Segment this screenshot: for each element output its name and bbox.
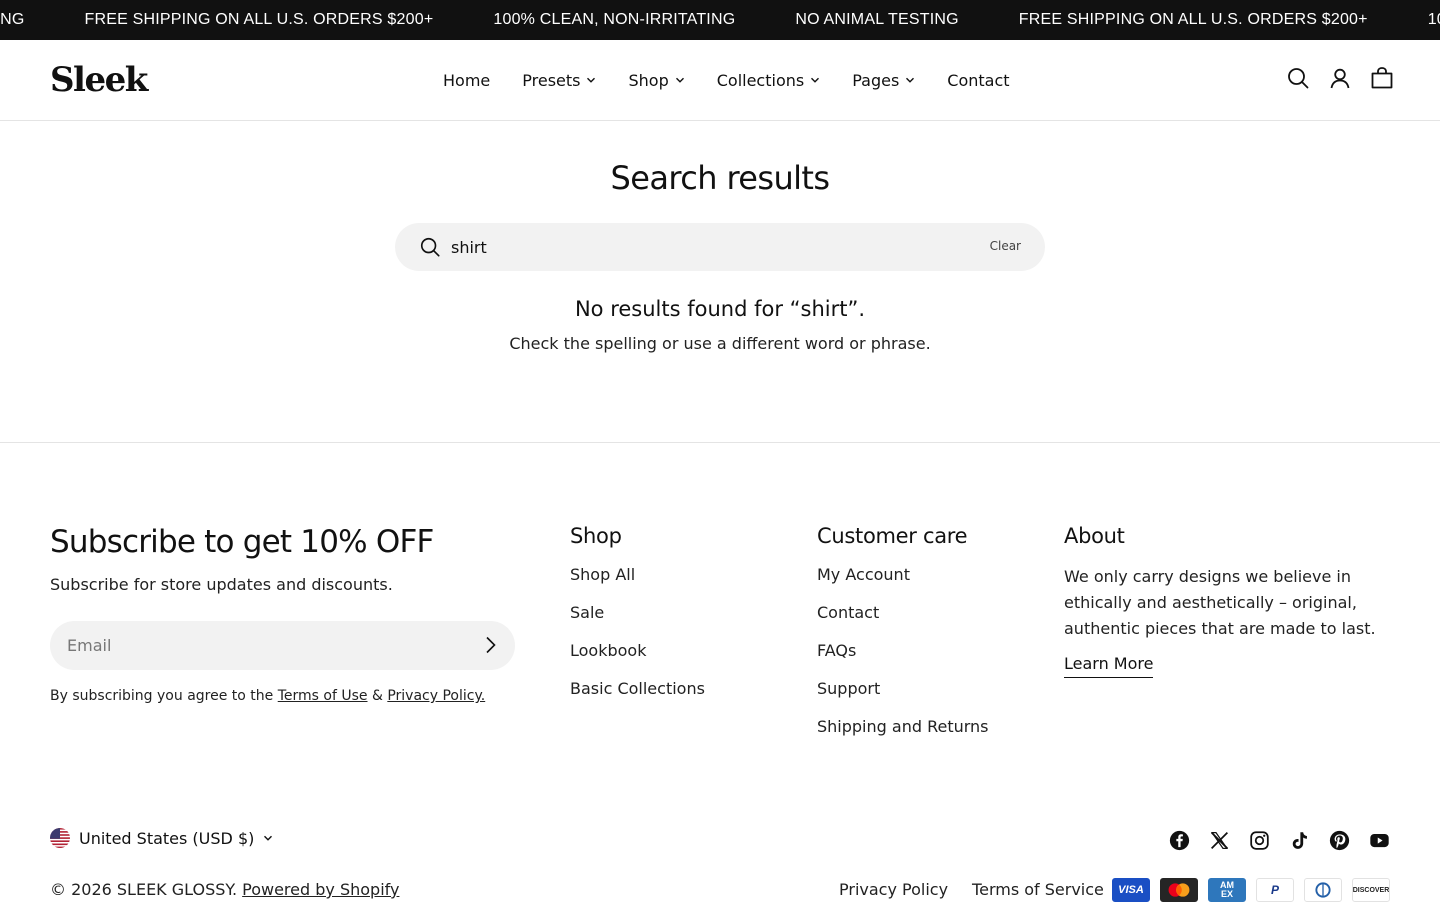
announcement-message: AL TESTING — [0, 11, 25, 28]
amex-icon: AM EX — [1208, 878, 1246, 902]
footer-link-basic-collections[interactable]: Basic Collections — [570, 679, 705, 698]
x-icon[interactable] — [1209, 830, 1230, 851]
main-nav: Home Presets Shop Collections Pages Cont… — [443, 40, 1010, 120]
mastercard-icon — [1160, 878, 1198, 902]
nav-item-presets[interactable]: Presets — [522, 71, 596, 90]
chevron-down-icon — [675, 77, 684, 83]
chevron-down-icon — [264, 835, 273, 841]
footer-link-contact[interactable]: Contact — [817, 603, 879, 622]
search-icon[interactable] — [1286, 66, 1310, 90]
nav-label: Collections — [716, 70, 805, 90]
footer-care-title: Customer care — [817, 524, 968, 548]
visa-label: VISA — [1118, 884, 1144, 896]
chevron-down-icon — [587, 77, 596, 83]
chevron-right-icon[interactable] — [479, 634, 501, 656]
footer-about-title: About — [1064, 524, 1125, 548]
subscribe-text: Subscribe for store updates and discount… — [50, 575, 393, 594]
search-bar: Clear — [395, 223, 1045, 271]
site-footer: Subscribe to get 10% OFF Subscribe for s… — [0, 444, 1440, 902]
terms-of-use-link[interactable]: Terms of Use — [278, 688, 368, 704]
paypal-icon: P — [1256, 878, 1294, 902]
youtube-icon[interactable] — [1369, 830, 1390, 851]
announcement-message: FREE SHIPPING ON ALL U.S. ORDERS $200+ — [84, 11, 434, 28]
subscribe-title: Subscribe to get 10% OFF — [50, 524, 434, 560]
discover-label: DISCOVER — [1352, 886, 1390, 894]
site-header: Sleek Home Presets Shop Collections Page… — [0, 40, 1440, 121]
footer-care-column: Customer care My Account Contact FAQs Su… — [817, 524, 989, 754]
footer-link-my-account[interactable]: My Account — [817, 565, 910, 584]
nav-label: Home — [443, 70, 491, 90]
learn-more-link[interactable]: Learn More — [1064, 654, 1154, 678]
nav-item-contact[interactable]: Contact — [947, 71, 1009, 90]
announcement-track: AL TESTING FREE SHIPPING ON ALL U.S. ORD… — [0, 0, 1440, 40]
no-results-hint: Check the spelling or use a different wo… — [509, 334, 931, 353]
amex-label: AM EX — [1220, 880, 1234, 899]
page-title: Search results — [610, 159, 831, 197]
nav-label: Shop — [628, 70, 669, 90]
discover-icon: DISCOVER — [1352, 878, 1390, 902]
legal-links: Privacy Policy Terms of Service — [839, 880, 1104, 899]
chevron-down-icon — [906, 77, 915, 83]
announcement-message: NO ANIMAL TESTING — [795, 11, 959, 28]
copyright-text: © 2026 SLEEK GLOSSY. — [50, 880, 238, 899]
footer-link-support[interactable]: Support — [817, 679, 880, 698]
footer-link-lookbook[interactable]: Lookbook — [570, 641, 646, 660]
no-results-message: No results found for “shirt”. — [574, 297, 866, 321]
instagram-icon[interactable] — [1249, 830, 1270, 851]
payment-icons: VISA AM EX P DISCOVER — [1112, 878, 1390, 902]
search-results-section: Search results Clear No results found fo… — [0, 121, 1440, 443]
agreement-amp: & — [371, 688, 383, 704]
agreement-prefix: By subscribing you agree to the — [50, 688, 274, 704]
nav-item-home[interactable]: Home — [443, 71, 490, 90]
footer-about-column: About We only carry designs we believe i… — [1064, 524, 1394, 678]
account-icon[interactable] — [1328, 66, 1352, 90]
legal-link-privacy-policy[interactable]: Privacy Policy — [839, 880, 948, 899]
footer-link-shop-all[interactable]: Shop All — [570, 565, 635, 584]
header-actions — [1286, 66, 1394, 90]
nav-label: Pages — [852, 70, 900, 90]
email-form — [50, 621, 515, 670]
diners-club-icon — [1304, 878, 1342, 902]
email-field[interactable] — [67, 621, 467, 670]
announcement-message: 100 — [1427, 11, 1440, 28]
announcement-message: FREE SHIPPING ON ALL U.S. ORDERS $200+ — [1018, 11, 1368, 28]
footer-shop-title: Shop — [570, 524, 622, 548]
legal-link-terms-of-service[interactable]: Terms of Service — [972, 880, 1104, 899]
us-flag-icon — [50, 828, 70, 848]
pinterest-icon[interactable] — [1329, 830, 1350, 851]
announcement-bar: AL TESTING FREE SHIPPING ON ALL U.S. ORD… — [0, 0, 1440, 40]
search-input[interactable] — [451, 223, 971, 271]
footer-shop-column: Shop Shop All Sale Lookbook Basic Collec… — [570, 524, 705, 716]
logo[interactable]: Sleek — [50, 60, 148, 100]
nav-item-pages[interactable]: Pages — [852, 71, 915, 90]
paypal-label: P — [1270, 883, 1279, 897]
facebook-icon[interactable] — [1169, 830, 1190, 851]
copyright: © 2026 SLEEK GLOSSY. Powered by Shopify — [50, 880, 399, 899]
nav-item-collections[interactable]: Collections — [717, 71, 820, 90]
nav-label: Contact — [947, 70, 1010, 90]
clear-button[interactable]: Clear — [990, 239, 1021, 253]
search-icon — [420, 237, 440, 257]
footer-about-text: We only carry designs we believe in ethi… — [1064, 567, 1376, 638]
nav-item-shop[interactable]: Shop — [628, 71, 684, 90]
powered-by-link[interactable]: Powered by Shopify — [242, 880, 399, 899]
social-links — [1169, 830, 1390, 851]
cart-icon[interactable] — [1370, 66, 1394, 90]
announcement-message: 100% CLEAN, NON-IRRITATING — [493, 11, 736, 28]
footer-link-sale[interactable]: Sale — [570, 603, 604, 622]
tiktok-icon[interactable] — [1289, 830, 1310, 851]
region-selector[interactable]: United States (USD $) — [50, 828, 273, 848]
privacy-policy-link[interactable]: Privacy Policy. — [387, 688, 485, 704]
chevron-down-icon — [811, 77, 820, 83]
region-label: United States (USD $) — [79, 828, 255, 848]
nav-label: Presets — [522, 70, 581, 90]
subscribe-agreement: By subscribing you agree to the Terms of… — [50, 688, 485, 704]
visa-icon: VISA — [1112, 878, 1150, 902]
footer-link-faqs[interactable]: FAQs — [817, 641, 856, 660]
footer-link-shipping-returns[interactable]: Shipping and Returns — [817, 717, 989, 736]
